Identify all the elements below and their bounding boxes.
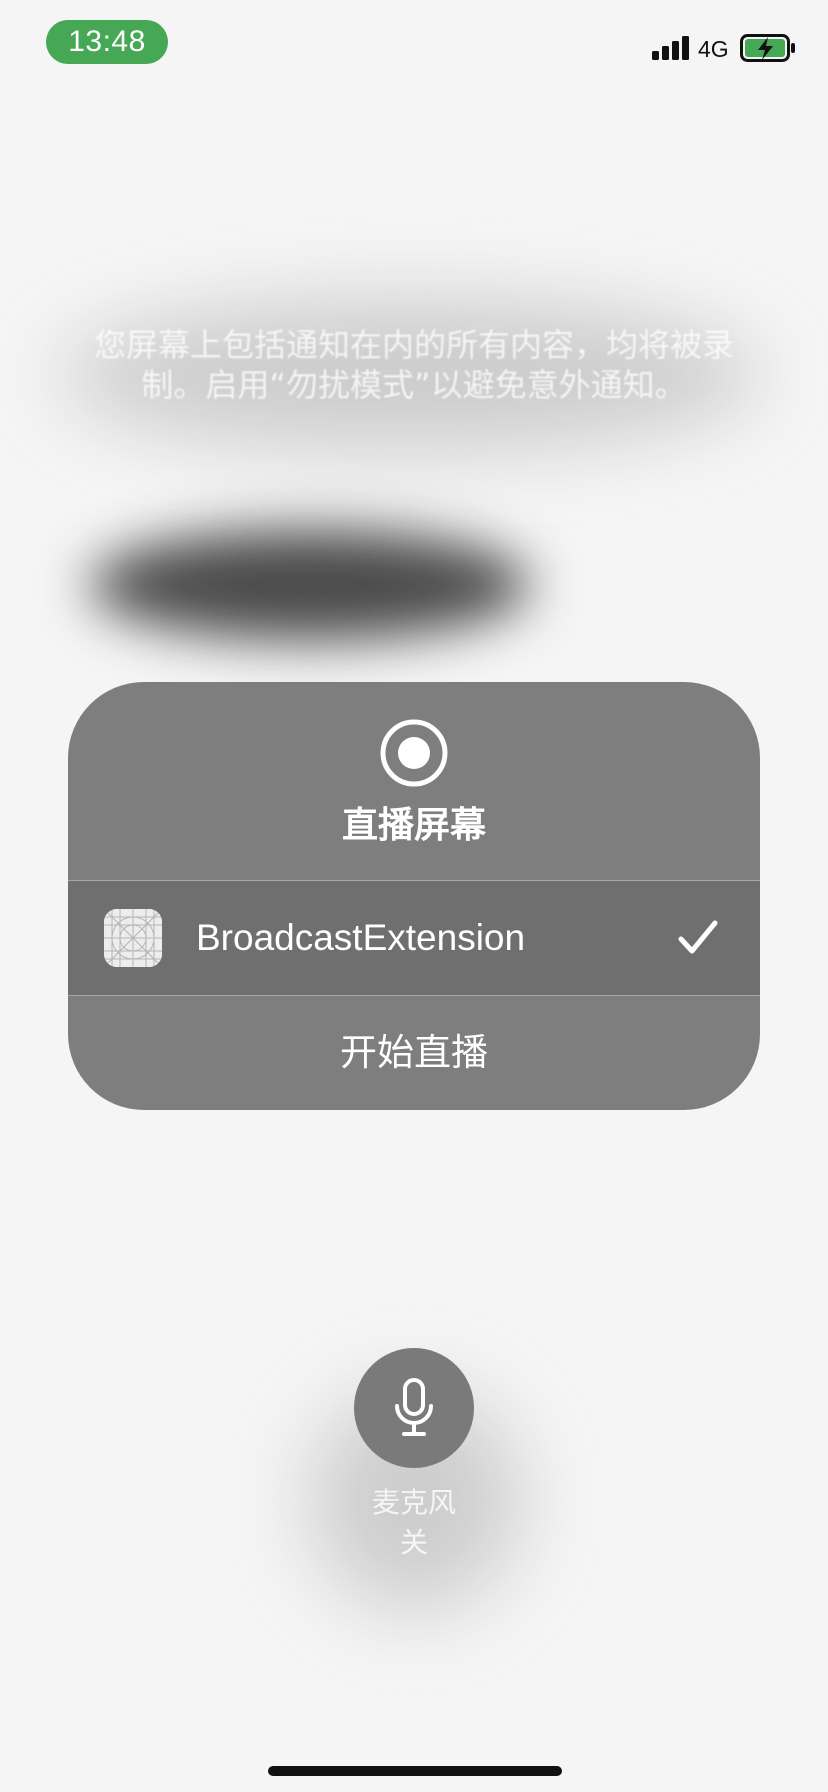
sheet-title: 直播屏幕 — [341, 805, 486, 846]
app-placeholder-icon — [104, 909, 162, 967]
extension-row-broadcastextension[interactable]: BroadcastExtension — [68, 881, 760, 995]
broadcast-sheet: 直播屏幕 BroadcastExtension 开始直播 — [68, 682, 760, 1110]
microphone-icon — [395, 1378, 433, 1436]
start-broadcast-button[interactable]: 开始直播 — [68, 996, 760, 1110]
status-bar: 13:48 4G — [0, 0, 828, 90]
network-type: 4G — [698, 36, 729, 62]
checkmark-icon — [678, 920, 718, 954]
record-icon — [380, 719, 448, 787]
sheet-header: 直播屏幕 — [68, 682, 760, 880]
microphone-state: 关 — [399, 1526, 428, 1559]
microphone-label: 麦克风 关 — [314, 1483, 514, 1563]
battery-charging-icon — [740, 34, 795, 62]
status-time[interactable]: 13:48 — [46, 20, 168, 64]
blurred-button-shape — [90, 530, 530, 640]
home-indicator[interactable] — [268, 1766, 562, 1776]
recording-notice: 您屏幕上包括通知在内的所有内容，均将被录制。启用“勿扰模式”以避免意外通知。 — [93, 326, 734, 404]
microphone-toggle[interactable] — [354, 1348, 474, 1468]
microphone-name: 麦克风 — [371, 1486, 456, 1519]
cellular-signal-icon — [652, 36, 689, 60]
extension-label: BroadcastExtension — [196, 917, 526, 958]
